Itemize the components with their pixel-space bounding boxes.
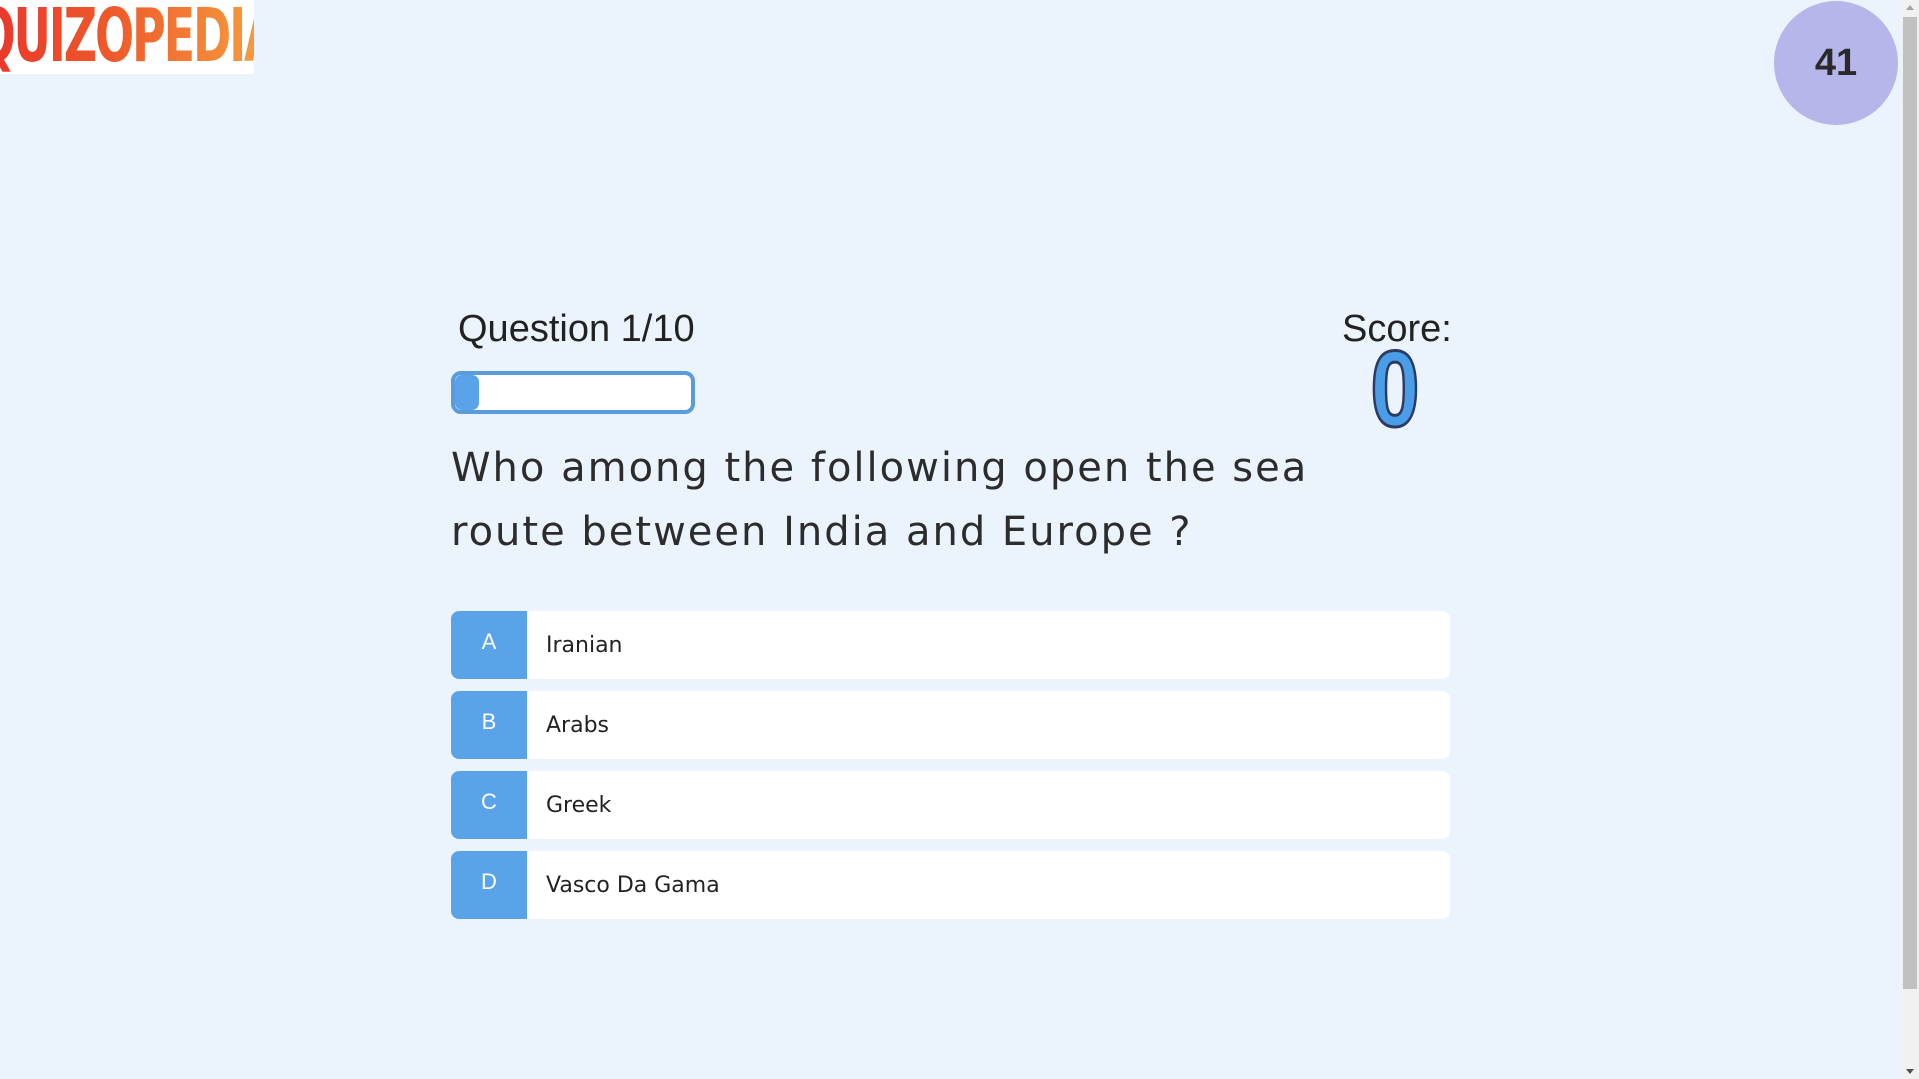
option-letter: A — [451, 611, 527, 679]
option-c[interactable]: C Greek — [451, 771, 1450, 839]
option-text: Iranian — [546, 632, 623, 658]
scrollbar-thumb[interactable] — [1903, 17, 1917, 989]
option-letter: D — [451, 851, 527, 919]
question-text: Who among the following open the sea rou… — [451, 445, 1309, 555]
timer-value: 41 — [1814, 41, 1858, 84]
option-text: Arabs — [546, 712, 610, 738]
scroll-up-arrow-icon[interactable] — [1906, 5, 1914, 10]
option-letter: C — [451, 771, 527, 839]
timer-badge: 41 — [1774, 1, 1898, 125]
score-value: 0 — [1369, 328, 1421, 449]
quizopedia-logo[interactable]: QUIZOPEDIA — [0, 0, 254, 74]
option-text: Greek — [546, 792, 612, 818]
option-text: Vasco Da Gama — [546, 872, 720, 898]
answer-options: A Iranian B Arabs C Greek D Vasco Da Gam… — [451, 611, 1450, 931]
vertical-scrollbar[interactable] — [1901, 0, 1919, 1079]
option-b[interactable]: B Arabs — [451, 691, 1450, 759]
scroll-down-arrow-icon[interactable] — [1906, 1069, 1914, 1074]
progress-bar-fill — [455, 375, 479, 410]
question-counter: Question 1/10 — [458, 308, 695, 350]
option-d[interactable]: D Vasco Da Gama — [451, 851, 1450, 919]
progress-bar — [451, 371, 695, 414]
logo-text: QUIZOPEDIA — [0, 0, 254, 74]
option-a[interactable]: A Iranian — [451, 611, 1450, 679]
option-letter: B — [451, 691, 527, 759]
